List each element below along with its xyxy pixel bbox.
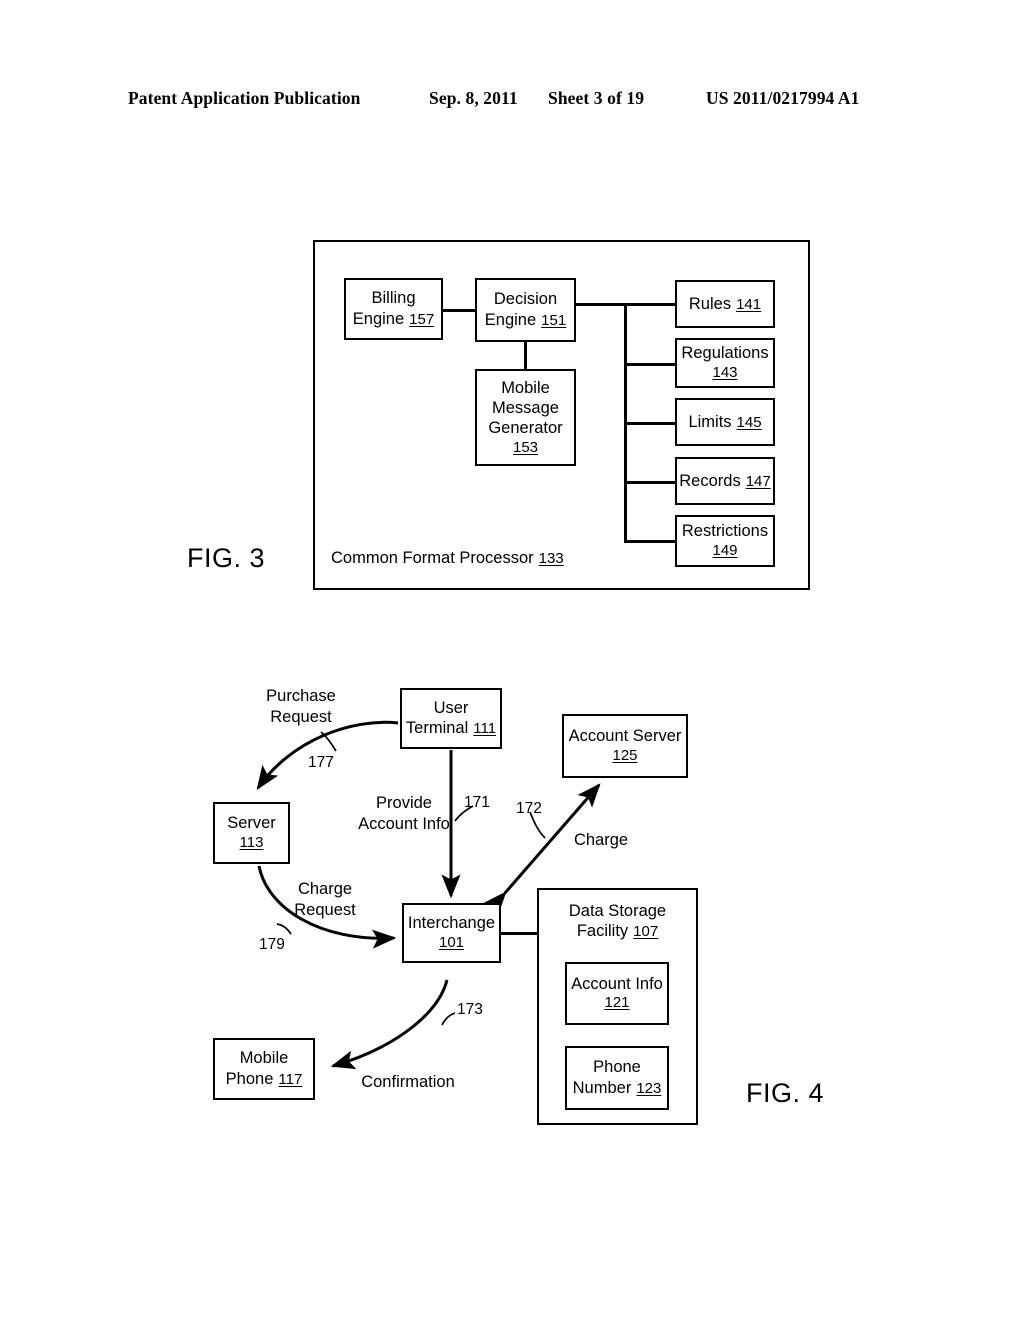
user-terminal-line2: Terminal 111 [405,719,497,738]
user-terminal-ref: 111 [473,720,497,738]
fig4-ref-171: 171 [464,794,490,811]
header-date: Sep. 8, 2011 [429,88,518,108]
account-server-ref: 125 [612,746,638,764]
fig4-box-interchange: Interchange 101 [402,903,501,963]
confirmation-line1: Confirmation [361,1073,455,1091]
account-info-ref: 121 [604,994,630,1012]
data-storage-ref: 107 [633,923,659,941]
fig4-connector-interchange-storage [500,932,538,935]
restrictions-line1: Restrictions [681,522,769,541]
purchase-request-line2: Request [270,708,332,727]
header-patent-number: US 2011/0217994 A1 [706,88,860,108]
fig4-box-account-server: Account Server 125 [562,714,688,778]
fig3-box-decision-engine: Decision Engine 151 [475,278,576,342]
fig3-bus-stub-restrictions [624,540,676,543]
fig3-label: FIG. 3 [187,543,266,573]
fig4-box-server: Server 113 [213,802,290,864]
phone-number-line1: Phone [593,1058,641,1077]
mmg-ref: 153 [512,438,539,456]
charge-request-line1: Charge [297,880,353,898]
interchange-line1: Interchange [407,914,496,933]
restrictions-ref: 149 [712,541,738,559]
fig4-box-account-info: Account Info 121 [565,962,669,1025]
account-server-line1: Account Server [568,727,682,746]
fig3-bus-stub-regulations [624,363,676,366]
fig4-box-user-terminal: User Terminal 111 [400,688,502,749]
fig4-box-mobile-phone: Mobile Phone 117 [213,1038,315,1100]
fig3-box-regulations: Regulations 143 [675,338,775,388]
fig3-bus-stub-records [624,481,676,484]
patent-drawing-page: Patent Application Publication Sep. 8, 2… [0,0,1024,1320]
billing-engine-line1: Billing [371,289,416,308]
fig3-caption-ref: 133 [538,550,564,567]
page-header: Patent Application Publication Sep. 8, 2… [0,88,1024,114]
fig4-arrow-overlay [256,720,601,1070]
billing-engine-line2: Engine 157 [352,309,435,328]
billing-engine-ref: 157 [409,310,435,328]
decision-engine-line2: Engine 151 [484,310,567,329]
provide-account-info-line2: Account Info [358,815,450,834]
rules-line1: Rules 141 [688,294,762,313]
mmg-line1: Mobile [501,378,550,397]
fig3-box-restrictions: Restrictions 149 [675,515,775,567]
records-line1: Records 147 [679,471,771,490]
fig4-ref-172: 172 [516,800,542,817]
purchase-request-line1: Purchase [266,687,336,705]
phone-number-ref: 123 [636,1079,662,1097]
data-storage-line2: Facility 107 [576,922,659,941]
user-terminal-line1: User [433,698,469,717]
header-publication: Patent Application Publication [128,88,361,108]
fig3-box-records: Records 147 [675,457,775,505]
fig3-bus-stub-limits [624,422,676,425]
fig4-flow-provide-account-info: Provide Account Info [344,793,464,836]
mobile-phone-line1: Mobile [239,1049,289,1068]
mmg-line2: Message [492,398,559,417]
fig3-box-rules: Rules 141 [675,280,775,328]
charge-line1: Charge [573,831,629,849]
fig3-box-limits: Limits 145 [675,398,775,446]
fig3-caption: Common Format Processor 133 [331,549,564,568]
rules-ref: 141 [736,295,762,313]
provide-account-info-line1: Provide [376,794,432,812]
charge-request-line2: Request [294,901,356,920]
fig4-box-phone-number: Phone Number 123 [565,1046,669,1110]
server-ref: 113 [239,833,264,851]
fig3-box-billing-engine: Billing Engine 157 [344,278,443,340]
fig4-ref-179: 179 [259,936,285,953]
regulations-ref: 143 [712,363,738,381]
fig3-box-mobile-message-generator: Mobile Message Generator 153 [475,369,576,466]
fig3-connector-decision-generator [524,342,527,370]
phone-number-line2: Number 123 [572,1078,662,1097]
regulations-line1: Regulations [681,344,769,363]
limits-line1: Limits 145 [688,412,762,431]
decision-engine-line1: Decision [493,290,558,309]
limits-ref: 145 [736,413,762,431]
fig4-ref-177: 177 [308,754,334,771]
fig4-flow-confirmation: Confirmation [352,1072,464,1093]
interchange-ref: 101 [438,933,465,951]
fig4-flow-charge-request: Charge Request [280,879,370,922]
fig4-flow-purchase-request: Purchase Request [253,686,349,729]
mobile-phone-ref: 117 [278,1070,303,1088]
server-line1: Server [227,814,276,833]
data-storage-line1: Data Storage [568,902,667,920]
account-info-line1: Account Info [571,974,663,993]
header-sheet-number: Sheet 3 of 19 [548,88,645,108]
fig3-caption-text: Common Format Processor [331,549,534,567]
decision-engine-ref: 151 [541,311,567,329]
records-ref: 147 [745,472,771,490]
mmg-line3: Generator [488,419,563,438]
fig3-connector-billing-decision [443,309,477,312]
fig4-label: FIG. 4 [746,1078,825,1108]
fig4-flow-charge: Charge [570,830,632,851]
mobile-phone-line2: Phone 117 [225,1069,303,1088]
fig4-ref-173: 173 [457,1001,483,1018]
